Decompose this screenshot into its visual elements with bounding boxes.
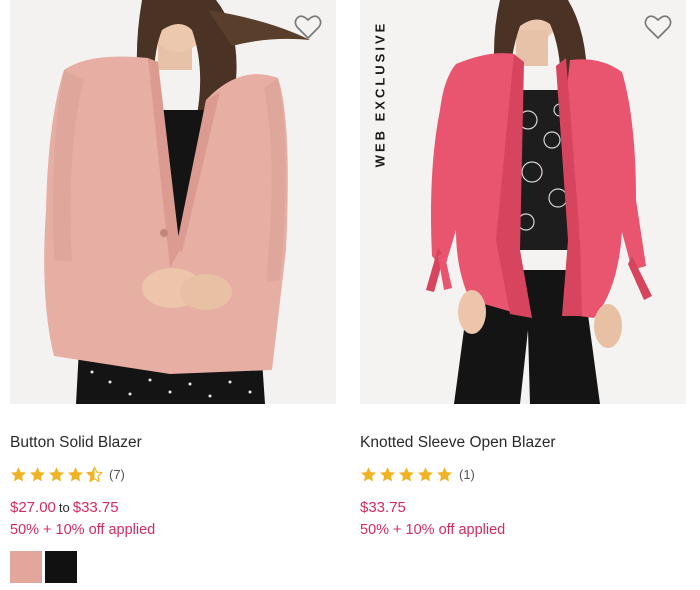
star-icon	[418, 467, 433, 482]
product-name[interactable]: Button Solid Blazer	[10, 434, 142, 452]
review-count[interactable]: (1)	[459, 467, 475, 482]
web-exclusive-badge: WEB EXCLUSIVE	[370, 14, 390, 174]
price-to: $33.75	[72, 499, 119, 516]
wishlist-heart-icon[interactable]	[294, 14, 322, 40]
star-icon	[49, 467, 64, 482]
product-image-button-solid-blazer[interactable]	[10, 0, 336, 404]
star-rating: (7)	[10, 466, 125, 483]
product-card-knotted-sleeve-open-blazer[interactable]: WEB EXCLUSIVE Knotted Sleeve Open Blazer…	[360, 0, 686, 590]
star-half-icon	[86, 466, 103, 483]
star-icon	[437, 467, 452, 482]
star-icon	[30, 467, 45, 482]
price-range: $27.00 to $33.75	[10, 499, 119, 516]
star-icon	[11, 467, 26, 482]
color-swatches	[10, 551, 77, 583]
star-icon	[380, 467, 395, 482]
price: $33.75	[360, 499, 406, 516]
star-rating: (1)	[360, 466, 475, 483]
star-icon	[399, 467, 414, 482]
star-icon	[68, 467, 83, 482]
product-name[interactable]: Knotted Sleeve Open Blazer	[360, 434, 556, 452]
promo-text: 50% + 10% off applied	[10, 522, 156, 538]
color-swatch-pink[interactable]	[10, 551, 42, 583]
star-icon	[361, 467, 376, 482]
promo-text: 50% + 10% off applied	[360, 522, 506, 538]
web-exclusive-label: WEB EXCLUSIVE	[372, 20, 388, 168]
price-from: $27.00	[10, 499, 56, 516]
product-image-knotted-sleeve-open-blazer[interactable]: WEB EXCLUSIVE	[360, 0, 686, 404]
review-count[interactable]: (7)	[109, 467, 125, 482]
price-to-word: to	[58, 500, 70, 515]
wishlist-heart-icon[interactable]	[644, 14, 672, 40]
product-card-button-solid-blazer[interactable]: Button Solid Blazer (7) $27.00 to $33.75 5…	[10, 0, 336, 590]
color-swatch-black[interactable]	[45, 551, 77, 583]
